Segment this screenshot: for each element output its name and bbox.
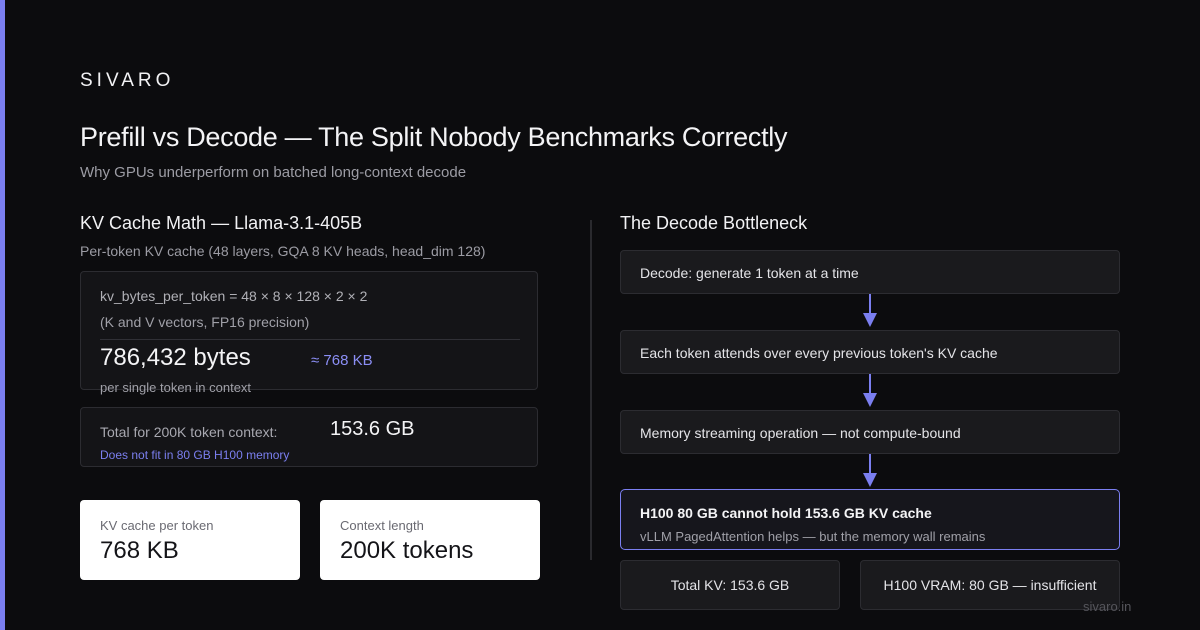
h100-vram-text: H100 VRAM: 80 GB — insufficient — [883, 577, 1097, 593]
total-kv-box: Total KV: 153.6 GB — [620, 560, 840, 610]
stat-label: Context length — [340, 518, 424, 533]
decode-bottleneck-heading: The Decode Bottleneck — [620, 213, 808, 233]
total-context-label: Total for 200K token context: — [100, 424, 278, 440]
flow-step-attend: Each token attends over every previous t… — [620, 330, 1120, 374]
arrow-down-icon — [863, 454, 877, 487]
h100-vram-box: H100 VRAM: 80 GB — insufficient — [860, 560, 1120, 610]
footer-url: sivaro.in — [1083, 599, 1132, 614]
stat-value: 768 KB — [100, 537, 179, 564]
page-subtitle: Why GPUs underperform on batched long-co… — [80, 164, 467, 181]
formula-card: kv_bytes_per_token = 48 × 8 × 128 × 2 × … — [80, 271, 538, 395]
stat-label: KV cache per token — [100, 518, 214, 533]
page-title: Prefill vs Decode — The Split Nobody Ben… — [80, 122, 788, 152]
bytes-per-token-value: 786,432 bytes — [100, 344, 251, 371]
total-context-card: Total for 200K token context: 153.6 GB D… — [80, 407, 538, 467]
brand-logo: SIVARO — [80, 70, 175, 91]
flow-step-text: Decode: generate 1 token at a time — [640, 265, 859, 281]
callout-title: H100 80 GB cannot hold 153.6 GB KV cache — [640, 505, 932, 521]
arrow-down-icon — [863, 374, 877, 407]
kv-formula-note: (K and V vectors, FP16 precision) — [100, 314, 310, 330]
kv-math-heading: KV Cache Math — Llama-3.1-405B — [80, 213, 363, 233]
accent-bar — [0, 0, 5, 630]
stat-card-kv-per-token: KV cache per token 768 KB — [80, 500, 300, 580]
kv-math-subheading: Per-token KV cache (48 layers, GQA 8 KV … — [80, 243, 486, 259]
stat-card-context-length: Context length 200K tokens — [320, 500, 540, 580]
column-divider — [590, 220, 592, 560]
arrow-down-icon — [863, 294, 877, 327]
total-context-value: 153.6 GB — [330, 418, 415, 440]
flow-step-text: Each token attends over every previous t… — [640, 345, 998, 361]
memory-warning: Does not fit in 80 GB H100 memory — [100, 448, 290, 462]
callout-subtitle: vLLM PagedAttention helps — but the memo… — [640, 529, 986, 544]
bytes-approx-value: ≈ 768 KB — [311, 352, 373, 369]
flow-step-text: Memory streaming operation — not compute… — [640, 425, 961, 441]
total-kv-text: Total KV: 153.6 GB — [670, 577, 790, 593]
h100-limit-callout: H100 80 GB cannot hold 153.6 GB KV cache… — [620, 489, 1120, 550]
bytes-caption: per single token in context — [100, 380, 252, 395]
stat-value: 200K tokens — [340, 537, 474, 564]
flow-step-decode: Decode: generate 1 token at a time — [620, 250, 1120, 294]
kv-formula: kv_bytes_per_token = 48 × 8 × 128 × 2 × … — [100, 288, 368, 304]
flow-step-memory: Memory streaming operation — not compute… — [620, 410, 1120, 454]
formula-divider — [100, 339, 520, 340]
